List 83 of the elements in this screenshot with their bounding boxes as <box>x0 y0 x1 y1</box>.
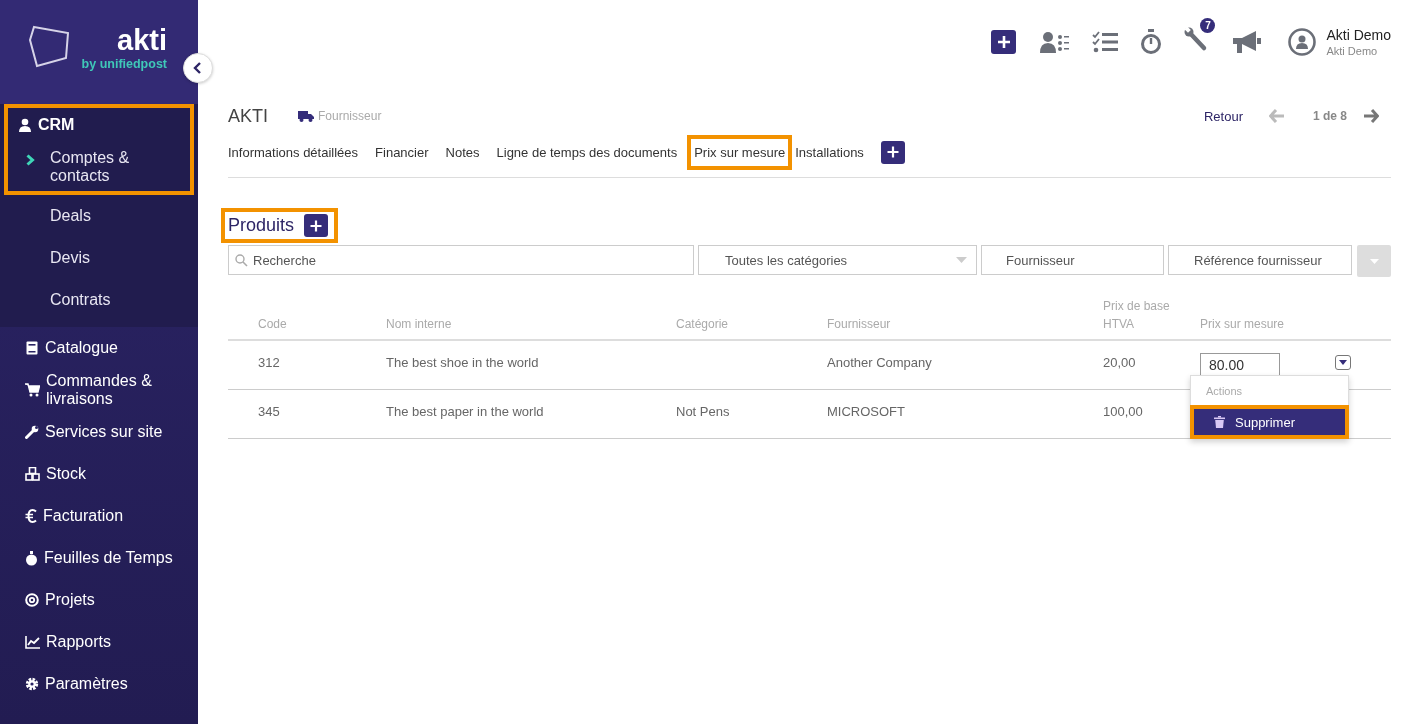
column-header: Prix sur mesure <box>1200 316 1286 333</box>
notification-badge: 7 <box>1200 18 1216 33</box>
logo-tagline: by unifiedpost <box>81 56 167 72</box>
nav-subitem[interactable]: Contrats <box>0 279 198 321</box>
add-product-button[interactable] <box>304 214 329 237</box>
tab[interactable]: Informations détaillées <box>221 134 366 170</box>
nav-item[interactable]: Rapports <box>4 621 194 663</box>
table-cell-text: The best shoe in the world <box>386 354 540 370</box>
contacts-list-icon[interactable] <box>1040 31 1071 53</box>
plus-icon <box>310 219 323 232</box>
tab[interactable]: Ligne de temps des documents <box>489 134 685 170</box>
megaphone-icon[interactable] <box>1232 30 1263 54</box>
avatar-icon[interactable] <box>1288 28 1317 56</box>
stopwatch-icon[interactable] <box>1140 29 1163 55</box>
nav-item[interactable]: CRM <box>8 109 190 141</box>
tab[interactable]: Notes <box>438 134 487 170</box>
tab[interactable]: Financier <box>368 134 436 170</box>
nav-item[interactable]: Paramètres <box>4 663 194 705</box>
category-select[interactable]: Toutes les catégories <box>698 245 977 275</box>
table-cell-text: Another Company <box>827 354 933 370</box>
delete-menu-item[interactable]: Supprimer <box>1190 405 1349 439</box>
back-link[interactable]: Retour <box>1203 108 1243 124</box>
table-cell-text: 312 <box>258 354 281 370</box>
actions-dropdown-button[interactable] <box>1335 355 1351 370</box>
column-header: Fournisseur <box>827 316 892 333</box>
nav-item[interactable]: Catalogue <box>4 327 194 369</box>
supplier-field[interactable]: Fournisseur <box>981 245 1164 275</box>
nav-item[interactable]: Feuilles de Temps <box>4 537 194 579</box>
truck-icon <box>298 110 314 122</box>
table-cell-text: The best paper in the world <box>386 403 545 419</box>
column-header: Catégorie <box>676 316 730 333</box>
checklist-icon[interactable] <box>1092 31 1119 53</box>
book-icon <box>25 341 39 355</box>
logo-text: akti <box>117 24 167 56</box>
chevron-icon <box>26 154 35 166</box>
nav-subitem[interactable]: Comptes & contacts <box>8 141 190 191</box>
nav-item[interactable]: Commandes & livraisons <box>4 369 194 411</box>
column-header: Nom interne <box>386 316 453 333</box>
nav-item[interactable]: Services sur site <box>4 411 194 453</box>
caret-icon <box>1369 258 1379 264</box>
user-name: Akti Demo <box>1326 26 1391 44</box>
section-title: Produits <box>228 215 295 236</box>
collapse-button[interactable] <box>183 53 213 83</box>
menu-header: Actions <box>1205 385 1244 399</box>
reference-field[interactable]: Référence fournisseur <box>1168 245 1352 275</box>
search-icon <box>235 254 248 267</box>
add-tab-button[interactable] <box>880 140 905 164</box>
column-header: Code <box>258 316 288 333</box>
nav-subitem[interactable]: Devis <box>0 237 198 279</box>
table-cell-text: 345 <box>258 403 281 419</box>
record-title: AKTI <box>228 105 268 127</box>
stopwatch-icon <box>25 550 38 566</box>
table-cell-text: 20,00 <box>1103 354 1137 370</box>
table-cell-text: Not Pens <box>676 403 731 419</box>
plus-icon <box>996 35 1011 49</box>
nav-item[interactable]: Facturation <box>4 495 194 537</box>
caret-icon <box>1339 360 1347 365</box>
caret-icon <box>956 257 967 263</box>
price-input[interactable]: 80.00 <box>1200 353 1280 377</box>
chart-icon <box>25 635 40 649</box>
nav-item[interactable]: Stock <box>4 453 194 495</box>
search-field[interactable]: Recherche <box>228 245 694 275</box>
add-button[interactable] <box>991 30 1017 54</box>
target-icon <box>25 593 39 607</box>
nav-item[interactable]: Projets <box>4 579 194 621</box>
plus-icon <box>886 146 899 158</box>
gear-icon <box>25 677 39 691</box>
cubes-icon <box>25 467 40 481</box>
pager-text: 1 de 8 <box>1312 109 1347 123</box>
record-type: Fournisseur <box>318 109 382 123</box>
table-cell-text: MICROSOFT <box>827 403 906 419</box>
next-arrow-icon[interactable] <box>1363 109 1379 123</box>
wrench-icon <box>25 425 39 439</box>
user-company: Akti Demo <box>1326 43 1379 58</box>
euro-icon <box>25 509 37 523</box>
chevron-left-icon <box>193 62 203 74</box>
tab[interactable]: Prix sur mesure <box>687 134 793 170</box>
column-header: Prix de base HTVA <box>1103 298 1171 333</box>
nav-subitem[interactable]: Deals <box>0 195 198 237</box>
cart-icon <box>25 383 40 397</box>
table-cell-text: 100,00 <box>1103 403 1144 419</box>
trash-icon <box>1214 416 1225 428</box>
user-icon <box>18 118 32 132</box>
